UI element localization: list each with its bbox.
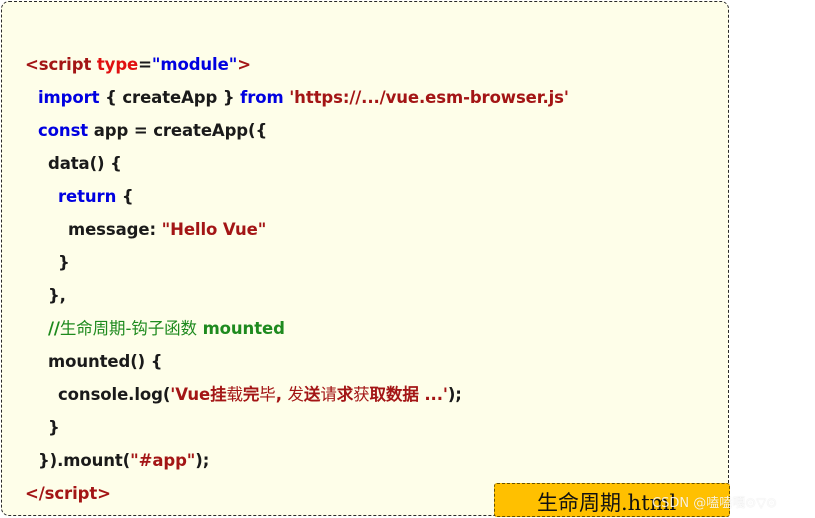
comment-mounted: mounted xyxy=(202,319,285,338)
log-string-part: 毕 xyxy=(259,385,276,404)
import-names: { createApp } xyxy=(99,88,241,107)
log-string-part: 获 xyxy=(353,385,370,404)
log-string-part: 完 xyxy=(242,385,260,404)
mount-selector-string: "#app" xyxy=(130,451,196,470)
log-string-part: , xyxy=(275,385,288,404)
watermark: CSDN @嗑嗑嘎⊙▽⊙ xyxy=(652,496,777,511)
code-line-2: import { createApp } from 'https://.../v… xyxy=(38,88,569,108)
tag-bracket-open: </ xyxy=(25,484,45,503)
code-line-8: }, xyxy=(48,286,66,305)
tag-bracket-close: > xyxy=(97,484,111,503)
log-string-part: ... xyxy=(418,385,443,404)
tag-name: script xyxy=(44,484,98,503)
log-string-part: 挂 xyxy=(210,385,227,404)
code-line-14: </script> xyxy=(25,484,111,504)
app-declaration: app = createApp({ xyxy=(88,121,268,140)
comment-slashes: // xyxy=(48,319,60,338)
console-log-call: console.log( xyxy=(58,385,171,404)
log-string-part: 送 xyxy=(303,385,321,404)
mount-call: }).mount( xyxy=(38,451,131,470)
log-string-part: 载 xyxy=(226,385,243,404)
mount-close: ); xyxy=(195,451,210,470)
equals-sign: = xyxy=(138,55,152,74)
log-string-part: 请 xyxy=(320,385,337,404)
attr-name: type xyxy=(96,55,139,74)
message-string: "Hello Vue" xyxy=(161,220,267,239)
code-line-13: }).mount("#app"); xyxy=(38,451,209,471)
code-line-12: } xyxy=(48,418,60,437)
log-string-part: 发 xyxy=(287,385,305,404)
log-string-part: 求 xyxy=(336,385,354,404)
keyword-return: return xyxy=(58,187,117,206)
tag-bracket-open: < xyxy=(25,55,39,74)
keyword-const: const xyxy=(38,121,89,140)
code-line-11: console.log('Vue挂载完毕, 发送请求获取数据 ...'); xyxy=(58,385,462,405)
message-key: message: xyxy=(68,220,162,239)
keyword-from: from xyxy=(240,88,284,107)
code-line-1: <script type="module"> xyxy=(25,55,251,75)
code-line-5: return { xyxy=(58,187,134,207)
import-url-string: 'https://.../vue.esm-browser.js' xyxy=(289,88,569,107)
code-line-3: const app = createApp({ xyxy=(38,121,267,141)
tag-name: script xyxy=(38,55,92,74)
log-string-part: Vue xyxy=(175,385,211,404)
keyword-import: import xyxy=(38,88,100,107)
log-string-part: 取数据 xyxy=(369,385,419,404)
tag-bracket-close: > xyxy=(237,55,251,74)
code-line-7: } xyxy=(58,253,70,272)
code-line-6: message: "Hello Vue" xyxy=(68,220,266,240)
console-log-close: ); xyxy=(447,385,462,404)
code-line-4: data() { xyxy=(48,154,122,173)
code-line-9: //生命周期-钩子函数 mounted xyxy=(48,319,285,339)
code-line-10: mounted() { xyxy=(48,352,163,371)
comment-chinese: 生命周期-钩子函数 xyxy=(59,319,197,338)
return-brace: { xyxy=(116,187,134,206)
code-panel: <script type="module"> import { createAp… xyxy=(1,1,729,516)
attr-value: "module" xyxy=(151,55,238,74)
